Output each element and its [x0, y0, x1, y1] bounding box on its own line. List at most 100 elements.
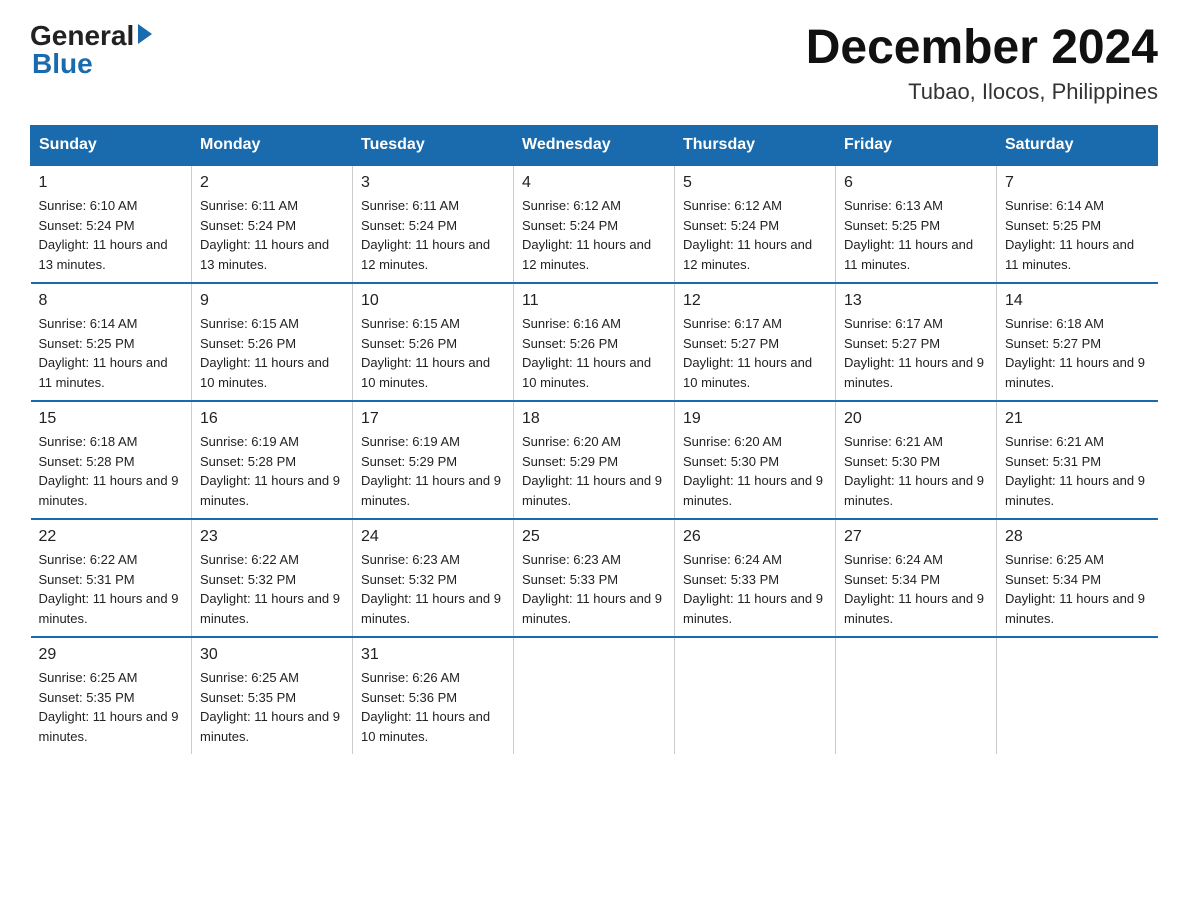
- day-number: 16: [200, 410, 344, 428]
- day-number: 9: [200, 292, 344, 310]
- calendar-cell: 31 Sunrise: 6:26 AMSunset: 5:36 PMDaylig…: [353, 637, 514, 754]
- day-info: Sunrise: 6:19 AMSunset: 5:29 PMDaylight:…: [361, 432, 505, 510]
- calendar-cell: 17 Sunrise: 6:19 AMSunset: 5:29 PMDaylig…: [353, 401, 514, 519]
- day-number: 5: [683, 174, 827, 192]
- location-title: Tubao, Ilocos, Philippines: [806, 79, 1158, 105]
- day-number: 12: [683, 292, 827, 310]
- calendar-cell: 2 Sunrise: 6:11 AMSunset: 5:24 PMDayligh…: [192, 165, 353, 283]
- day-info: Sunrise: 6:23 AMSunset: 5:32 PMDaylight:…: [361, 550, 505, 628]
- page-header: General Blue December 2024 Tubao, Ilocos…: [30, 20, 1158, 105]
- calendar-cell: [836, 637, 997, 754]
- day-number: 23: [200, 528, 344, 546]
- header-saturday: Saturday: [997, 126, 1158, 166]
- header-wednesday: Wednesday: [514, 126, 675, 166]
- day-info: Sunrise: 6:25 AMSunset: 5:34 PMDaylight:…: [1005, 550, 1150, 628]
- day-info: Sunrise: 6:24 AMSunset: 5:33 PMDaylight:…: [683, 550, 827, 628]
- day-info: Sunrise: 6:21 AMSunset: 5:30 PMDaylight:…: [844, 432, 988, 510]
- calendar-cell: 3 Sunrise: 6:11 AMSunset: 5:24 PMDayligh…: [353, 165, 514, 283]
- day-info: Sunrise: 6:23 AMSunset: 5:33 PMDaylight:…: [522, 550, 666, 628]
- day-number: 2: [200, 174, 344, 192]
- calendar-cell: 18 Sunrise: 6:20 AMSunset: 5:29 PMDaylig…: [514, 401, 675, 519]
- header-tuesday: Tuesday: [353, 126, 514, 166]
- calendar-cell: [997, 637, 1158, 754]
- calendar-cell: 16 Sunrise: 6:19 AMSunset: 5:28 PMDaylig…: [192, 401, 353, 519]
- calendar-cell: 19 Sunrise: 6:20 AMSunset: 5:30 PMDaylig…: [675, 401, 836, 519]
- day-info: Sunrise: 6:24 AMSunset: 5:34 PMDaylight:…: [844, 550, 988, 628]
- day-number: 7: [1005, 174, 1150, 192]
- calendar-cell: 23 Sunrise: 6:22 AMSunset: 5:32 PMDaylig…: [192, 519, 353, 637]
- calendar-cell: 30 Sunrise: 6:25 AMSunset: 5:35 PMDaylig…: [192, 637, 353, 754]
- day-info: Sunrise: 6:12 AMSunset: 5:24 PMDaylight:…: [522, 196, 666, 274]
- day-number: 10: [361, 292, 505, 310]
- calendar-cell: 1 Sunrise: 6:10 AMSunset: 5:24 PMDayligh…: [31, 165, 192, 283]
- day-number: 20: [844, 410, 988, 428]
- header-monday: Monday: [192, 126, 353, 166]
- day-number: 19: [683, 410, 827, 428]
- calendar-cell: 26 Sunrise: 6:24 AMSunset: 5:33 PMDaylig…: [675, 519, 836, 637]
- day-info: Sunrise: 6:10 AMSunset: 5:24 PMDaylight:…: [39, 196, 184, 274]
- calendar-cell: 14 Sunrise: 6:18 AMSunset: 5:27 PMDaylig…: [997, 283, 1158, 401]
- calendar-cell: 9 Sunrise: 6:15 AMSunset: 5:26 PMDayligh…: [192, 283, 353, 401]
- day-info: Sunrise: 6:11 AMSunset: 5:24 PMDaylight:…: [200, 196, 344, 274]
- day-info: Sunrise: 6:14 AMSunset: 5:25 PMDaylight:…: [39, 314, 184, 392]
- title-section: December 2024 Tubao, Ilocos, Philippines: [806, 20, 1158, 105]
- day-info: Sunrise: 6:15 AMSunset: 5:26 PMDaylight:…: [361, 314, 505, 392]
- day-number: 14: [1005, 292, 1150, 310]
- day-number: 28: [1005, 528, 1150, 546]
- day-number: 22: [39, 528, 184, 546]
- day-number: 13: [844, 292, 988, 310]
- month-title: December 2024: [806, 20, 1158, 75]
- calendar-cell: 15 Sunrise: 6:18 AMSunset: 5:28 PMDaylig…: [31, 401, 192, 519]
- week-row-4: 22 Sunrise: 6:22 AMSunset: 5:31 PMDaylig…: [31, 519, 1158, 637]
- day-info: Sunrise: 6:16 AMSunset: 5:26 PMDaylight:…: [522, 314, 666, 392]
- day-info: Sunrise: 6:18 AMSunset: 5:27 PMDaylight:…: [1005, 314, 1150, 392]
- day-number: 31: [361, 646, 505, 664]
- calendar-table: SundayMondayTuesdayWednesdayThursdayFrid…: [30, 125, 1158, 754]
- calendar-cell: 5 Sunrise: 6:12 AMSunset: 5:24 PMDayligh…: [675, 165, 836, 283]
- calendar-cell: 20 Sunrise: 6:21 AMSunset: 5:30 PMDaylig…: [836, 401, 997, 519]
- calendar-cell: 10 Sunrise: 6:15 AMSunset: 5:26 PMDaylig…: [353, 283, 514, 401]
- calendar-cell: 4 Sunrise: 6:12 AMSunset: 5:24 PMDayligh…: [514, 165, 675, 283]
- calendar-cell: 25 Sunrise: 6:23 AMSunset: 5:33 PMDaylig…: [514, 519, 675, 637]
- day-number: 29: [39, 646, 184, 664]
- calendar-header-row: SundayMondayTuesdayWednesdayThursdayFrid…: [31, 126, 1158, 166]
- day-number: 17: [361, 410, 505, 428]
- day-info: Sunrise: 6:18 AMSunset: 5:28 PMDaylight:…: [39, 432, 184, 510]
- day-info: Sunrise: 6:19 AMSunset: 5:28 PMDaylight:…: [200, 432, 344, 510]
- calendar-cell: 6 Sunrise: 6:13 AMSunset: 5:25 PMDayligh…: [836, 165, 997, 283]
- day-info: Sunrise: 6:25 AMSunset: 5:35 PMDaylight:…: [200, 668, 344, 746]
- day-number: 30: [200, 646, 344, 664]
- calendar-cell: 7 Sunrise: 6:14 AMSunset: 5:25 PMDayligh…: [997, 165, 1158, 283]
- day-number: 27: [844, 528, 988, 546]
- day-info: Sunrise: 6:17 AMSunset: 5:27 PMDaylight:…: [844, 314, 988, 392]
- day-info: Sunrise: 6:17 AMSunset: 5:27 PMDaylight:…: [683, 314, 827, 392]
- calendar-cell: 12 Sunrise: 6:17 AMSunset: 5:27 PMDaylig…: [675, 283, 836, 401]
- day-number: 26: [683, 528, 827, 546]
- day-number: 6: [844, 174, 988, 192]
- header-thursday: Thursday: [675, 126, 836, 166]
- day-number: 21: [1005, 410, 1150, 428]
- calendar-cell: 13 Sunrise: 6:17 AMSunset: 5:27 PMDaylig…: [836, 283, 997, 401]
- day-info: Sunrise: 6:26 AMSunset: 5:36 PMDaylight:…: [361, 668, 505, 746]
- day-number: 3: [361, 174, 505, 192]
- calendar-cell: [675, 637, 836, 754]
- header-sunday: Sunday: [31, 126, 192, 166]
- day-info: Sunrise: 6:22 AMSunset: 5:32 PMDaylight:…: [200, 550, 344, 628]
- calendar-cell: [514, 637, 675, 754]
- day-info: Sunrise: 6:25 AMSunset: 5:35 PMDaylight:…: [39, 668, 184, 746]
- week-row-1: 1 Sunrise: 6:10 AMSunset: 5:24 PMDayligh…: [31, 165, 1158, 283]
- day-number: 8: [39, 292, 184, 310]
- week-row-3: 15 Sunrise: 6:18 AMSunset: 5:28 PMDaylig…: [31, 401, 1158, 519]
- day-info: Sunrise: 6:13 AMSunset: 5:25 PMDaylight:…: [844, 196, 988, 274]
- day-info: Sunrise: 6:11 AMSunset: 5:24 PMDaylight:…: [361, 196, 505, 274]
- logo-blue-text: Blue: [32, 48, 93, 80]
- week-row-2: 8 Sunrise: 6:14 AMSunset: 5:25 PMDayligh…: [31, 283, 1158, 401]
- calendar-cell: 22 Sunrise: 6:22 AMSunset: 5:31 PMDaylig…: [31, 519, 192, 637]
- calendar-cell: 29 Sunrise: 6:25 AMSunset: 5:35 PMDaylig…: [31, 637, 192, 754]
- calendar-cell: 11 Sunrise: 6:16 AMSunset: 5:26 PMDaylig…: [514, 283, 675, 401]
- day-number: 1: [39, 174, 184, 192]
- day-info: Sunrise: 6:20 AMSunset: 5:30 PMDaylight:…: [683, 432, 827, 510]
- day-number: 25: [522, 528, 666, 546]
- calendar-cell: 27 Sunrise: 6:24 AMSunset: 5:34 PMDaylig…: [836, 519, 997, 637]
- header-friday: Friday: [836, 126, 997, 166]
